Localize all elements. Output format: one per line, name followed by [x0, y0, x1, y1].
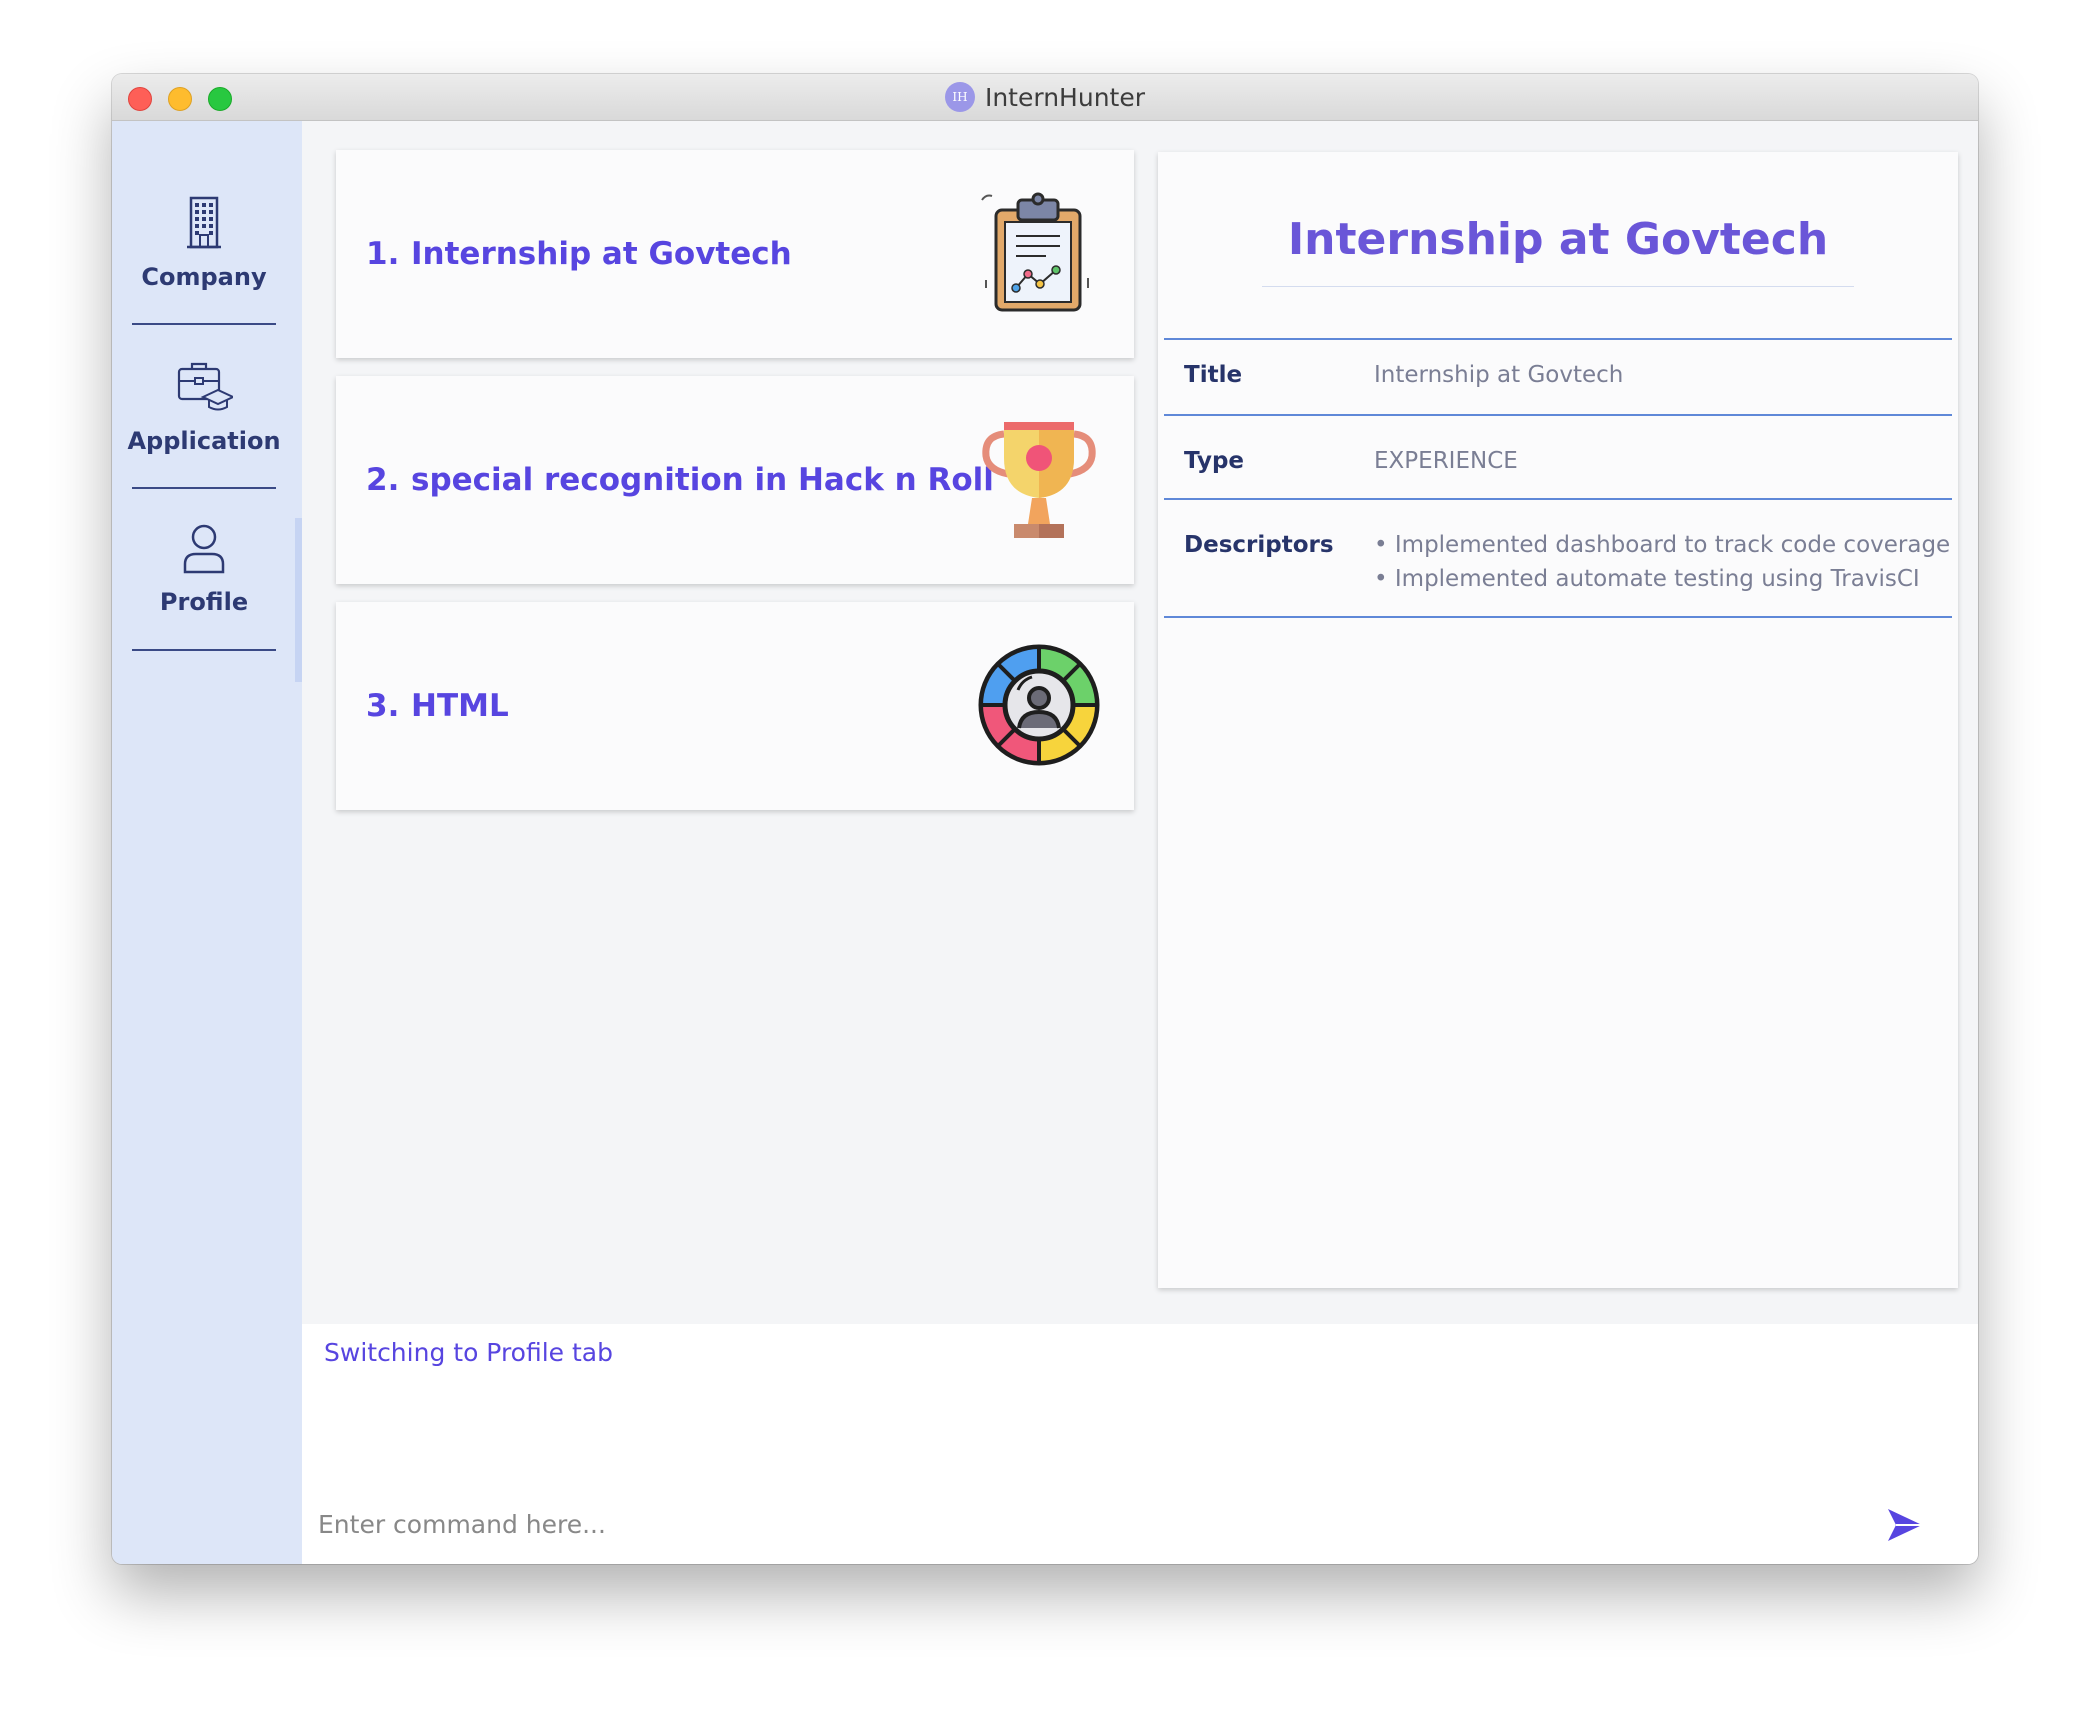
profile-card-title: Internship at Govtech — [411, 236, 792, 272]
briefcase-graduation-icon — [177, 362, 233, 411]
descriptor-item: • Implemented dashboard to track code co… — [1374, 532, 1951, 558]
building-icon — [187, 196, 221, 249]
sidebar-item-profile[interactable]: Profile — [132, 487, 276, 651]
descriptor-list: • Implemented dashboard to track code co… — [1374, 532, 1950, 600]
user-icon — [183, 524, 225, 574]
detail-label: Descriptors — [1184, 532, 1334, 558]
skill-wheel-icon — [978, 644, 1100, 766]
detail-value: Internship at Govtech — [1374, 362, 1624, 388]
detail-row-descriptors: Descriptors • Implemented dashboard to t… — [1164, 498, 1952, 618]
sidebar-item-label: Application — [127, 427, 281, 455]
sidebar-item-label: Company — [141, 263, 267, 291]
active-tab-indicator — [295, 518, 302, 682]
profile-card-index: 2. — [366, 462, 400, 498]
sidebar-item-application[interactable]: Application — [127, 325, 281, 489]
profile-card[interactable]: 2. special recognition in Hack n Roll — [336, 376, 1134, 584]
window-title-group: IH InternHunter — [112, 74, 1978, 120]
command-input[interactable] — [316, 1500, 1880, 1548]
detail-divider — [1164, 616, 1952, 618]
send-icon[interactable] — [1884, 1504, 1926, 1546]
detail-row-type: Type EXPERIENCE — [1164, 414, 1952, 500]
sidebar-divider — [132, 649, 276, 651]
heading-underline — [1262, 286, 1854, 287]
profile-card-index: 1. — [366, 236, 400, 272]
profile-card[interactable]: 3. HTML — [336, 602, 1134, 810]
sidebar-item-label: Profile — [159, 588, 249, 616]
detail-panel: Internship at Govtech Title Internship a… — [1158, 152, 1958, 1288]
descriptor-item: • Implemented automate testing using Tra… — [1374, 566, 1920, 592]
trophy-icon — [982, 422, 1096, 538]
app-logo-icon: IH — [944, 82, 975, 112]
clipboard-chart-icon — [981, 192, 1089, 312]
profile-card[interactable]: 1. Internship at Govtech — [336, 150, 1134, 358]
profile-card-title: HTML — [411, 688, 509, 724]
detail-value: EXPERIENCE — [1374, 448, 1518, 474]
title-bar: IH InternHunter — [112, 74, 1978, 121]
result-message: Switching to Profile tab — [324, 1338, 613, 1367]
app-window: IH InternHunter Company Application Prof… — [112, 74, 1978, 1564]
detail-label: Type — [1184, 448, 1245, 474]
profile-card-index: 3. — [366, 688, 400, 724]
command-box — [302, 1486, 1978, 1564]
result-display: Switching to Profile tab — [302, 1324, 1978, 1486]
sidebar-item-company[interactable]: Company — [132, 161, 276, 325]
window-title: InternHunter — [984, 82, 1146, 112]
detail-row-title: Title Internship at Govtech — [1164, 338, 1952, 416]
detail-label: Title — [1184, 362, 1243, 388]
profile-card-title: special recognition in Hack n Roll — [411, 462, 994, 498]
sidebar: Company Application Profile — [112, 121, 302, 1564]
detail-heading: Internship at Govtech — [1287, 214, 1829, 265]
